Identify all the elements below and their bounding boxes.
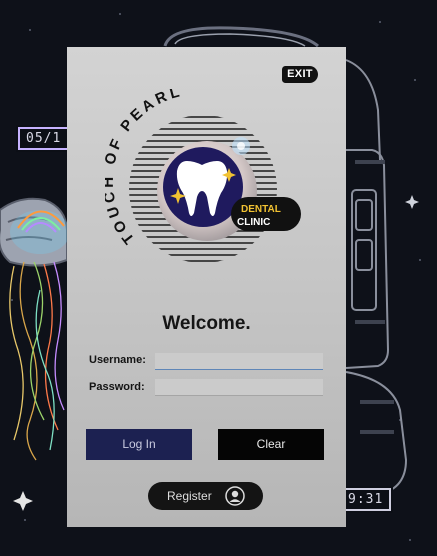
register-label: Register	[167, 489, 212, 503]
password-field[interactable]	[155, 379, 323, 396]
clinic-logo: TOUCH OF PEARL DENTAL CLINIC	[100, 83, 305, 279]
login-button[interactable]: Log In	[86, 429, 192, 460]
user-circle-icon	[225, 486, 245, 509]
register-button[interactable]: Register	[148, 482, 263, 510]
exit-button[interactable]: EXIT	[282, 66, 318, 83]
username-field[interactable]	[155, 353, 323, 370]
clear-button[interactable]: Clear	[218, 429, 324, 460]
time-badge: 9:31	[340, 488, 392, 511]
username-label: Username:	[89, 354, 146, 366]
date-badge: 05/1	[18, 127, 70, 150]
touch-of-pearl-logo-graphic: TOUCH OF PEARL DENTAL CLINIC	[100, 83, 301, 262]
password-label: Password:	[89, 381, 145, 393]
logo-badge-line2: CLINIC	[237, 217, 270, 228]
logo-badge-line1: DENTAL	[241, 204, 281, 215]
login-dialog: EXIT TO F PEARL DENTAL CLINIC Welcome. U…	[67, 47, 346, 527]
welcome-heading: Welcome.	[162, 313, 251, 334]
